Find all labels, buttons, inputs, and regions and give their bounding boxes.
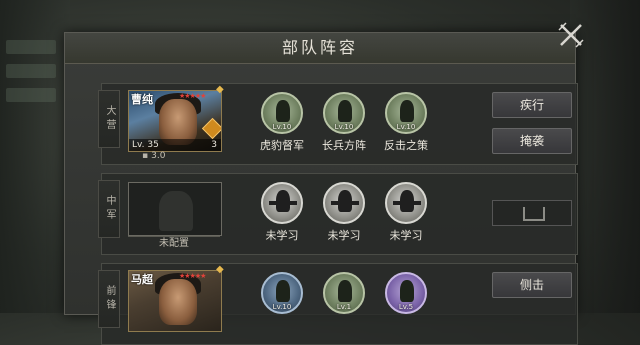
skill-slot[interactable]: Lv.1 (314, 272, 374, 314)
skill-slot[interactable]: Lv.10 (252, 272, 312, 314)
skill-name: 长兵方阵 (322, 139, 366, 152)
skill-level: Lv.10 (272, 123, 292, 131)
action-button[interactable]: 疾行 (492, 92, 572, 118)
action-button[interactable]: 掩袭 (492, 128, 572, 154)
skill-name: 未学习 (327, 229, 361, 242)
lineup-row-camp: 大营 曹纯 ★★★★★ Lv. 35 3 ◆ ▪ 3.0 Lv.10 虎豹督军 L… (98, 83, 578, 165)
skill-icon: Lv.1 (323, 272, 365, 314)
skill-level: Lv.1 (336, 303, 352, 311)
warrior-figure-icon (276, 100, 290, 122)
skill-icon (261, 182, 303, 224)
skill-level: Lv.5 (398, 303, 414, 311)
skill-slot[interactable]: Lv.10 长兵方阵 (314, 92, 374, 153)
warrior-figure-icon (276, 280, 290, 302)
skill-slot[interactable]: Lv.10 反击之策 (376, 92, 436, 153)
row-tag: 前锋 (98, 270, 120, 328)
lock-icon (523, 207, 545, 221)
star-rating-icon: ★★★★★ (179, 92, 206, 100)
skill-icon: Lv.10 (323, 92, 365, 134)
skill-icon: Lv.10 (261, 272, 303, 314)
star-rating-icon: ★★★★★ (179, 272, 206, 280)
skill-icon (323, 182, 365, 224)
skill-name: 反击之策 (384, 139, 428, 152)
skill-icon (385, 182, 427, 224)
empty-slot-label: 未配置 (128, 236, 220, 251)
troop-type-icon (201, 117, 221, 140)
skill-icon: Lv.10 (261, 92, 303, 134)
cost-icon: ▪ (142, 151, 149, 161)
hero-name: 曹纯 (131, 93, 153, 106)
hero-level: Lv. 35 (129, 139, 221, 151)
skill-slot[interactable]: Lv.10 虎豹督军 (252, 92, 312, 153)
panel-title: 部队阵容 (65, 33, 575, 64)
cost-value: 3.0 (151, 151, 166, 161)
hero-card[interactable]: 马超 ★★★★★ (128, 270, 222, 332)
skill-slot[interactable]: Lv.5 (376, 272, 436, 314)
background-block (6, 40, 56, 54)
skill-icon: Lv.5 (385, 272, 427, 314)
hero-cost: 3 (211, 140, 217, 150)
background-block (6, 88, 56, 102)
skill-slot[interactable]: 未学习 (252, 182, 312, 243)
action-button[interactable]: 侧击 (492, 272, 572, 298)
locked-bar-icon (331, 201, 359, 205)
hero-name: 马超 (131, 273, 153, 286)
skill-level: Lv.10 (396, 123, 416, 131)
lineup-row-center: 中军 未配置 未学习 未学习 未学习 (98, 173, 578, 255)
skill-name: 未学习 (265, 229, 299, 242)
skill-slot[interactable]: 未学习 (376, 182, 436, 243)
warrior-figure-icon (338, 100, 352, 122)
skill-level: Lv.10 (334, 123, 354, 131)
cost-line: ▪ 3.0 (142, 151, 165, 161)
row-tag: 中军 (98, 180, 120, 238)
army-lineup-panel: 部队阵容 大营 曹纯 ★★★★★ Lv. 35 3 ◆ ▪ 3.0 Lv.10 虎… (64, 32, 578, 345)
skill-name: 未学习 (389, 229, 423, 242)
lineup-row-vanguard: 前锋 马超 ★★★★★ ◆ Lv.10 Lv.1 Lv.5 侧击 (98, 263, 578, 345)
close-icon[interactable] (556, 20, 586, 50)
locked-bar-icon (269, 201, 297, 205)
empty-portrait-icon (159, 191, 193, 231)
skill-slot[interactable]: 未学习 (314, 182, 374, 243)
background-left (0, 0, 70, 313)
warrior-figure-icon (338, 280, 352, 302)
locked-bar-icon (393, 201, 421, 205)
warrior-figure-icon (400, 100, 414, 122)
skill-level: Lv.10 (272, 303, 292, 311)
row-tag: 大营 (98, 90, 120, 148)
hero-card[interactable]: 曹纯 ★★★★★ Lv. 35 3 (128, 90, 222, 152)
empty-hero-slot[interactable] (128, 182, 222, 236)
skill-icon: Lv.10 (385, 92, 427, 134)
background-block (6, 64, 56, 78)
skill-name: 虎豹督军 (260, 139, 304, 152)
rank-badge-icon: ◆ (216, 84, 224, 95)
rank-badge-icon: ◆ (216, 264, 224, 275)
hero-portrait (159, 279, 197, 325)
warrior-figure-icon (400, 280, 414, 302)
locked-action-slot (492, 200, 572, 226)
